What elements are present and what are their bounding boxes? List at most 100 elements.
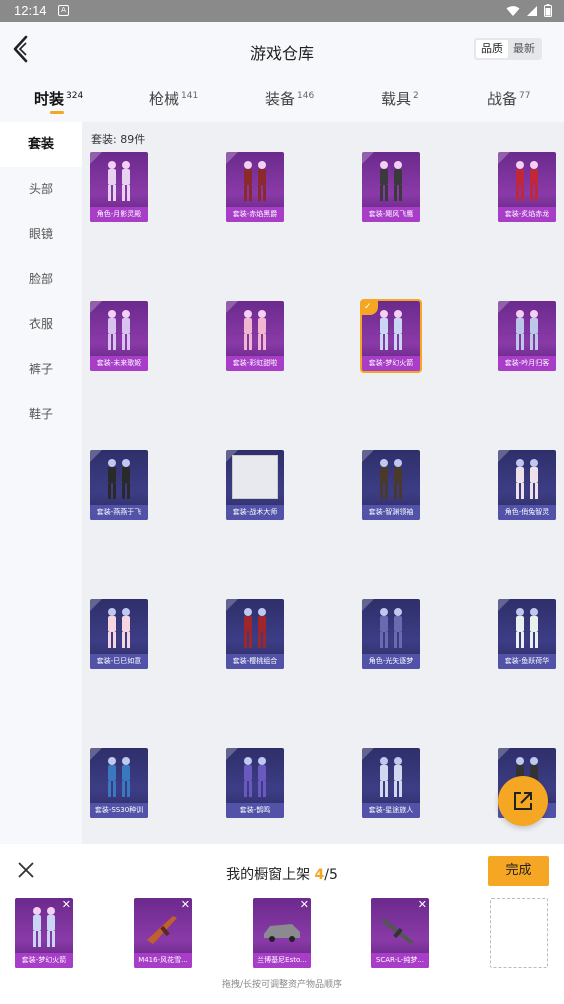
sidebar-item-head[interactable]: 头部 xyxy=(0,167,82,212)
tab-count: 146 xyxy=(297,91,315,101)
corner-mark xyxy=(90,599,102,611)
done-button[interactable]: 完成 xyxy=(488,856,549,886)
item-label: 套装-鱼跃荷华 xyxy=(498,654,556,669)
corner-mark xyxy=(362,599,374,611)
tab-supplies[interactable]: 战备 77 xyxy=(487,88,530,109)
showcase-title: 我的橱窗上架 4/5 xyxy=(0,864,564,884)
item-card[interactable]: 套装-未来歌姬 xyxy=(90,301,148,371)
sort-toggle[interactable]: 品质 最新 xyxy=(474,38,542,60)
item-count: 套装: 89件 xyxy=(91,133,146,146)
signal-icon xyxy=(527,5,537,16)
item-card[interactable]: 套装-巳巳如意 xyxy=(90,599,148,669)
image-placeholder-icon xyxy=(232,455,278,499)
status-bar: 12:14 A xyxy=(0,0,564,22)
remove-icon[interactable]: ✕ xyxy=(300,899,309,910)
item-card[interactable]: 套装-飓风飞鹰 xyxy=(362,152,420,222)
item-card[interactable]: 套装-彩虹甜啦 xyxy=(226,301,284,371)
remove-icon[interactable]: ✕ xyxy=(181,899,190,910)
outfit-figure-icon xyxy=(244,757,266,797)
sidebar-item-pants[interactable]: 裤子 xyxy=(0,347,82,392)
item-card[interactable]: 套装-鱼跃荷华 xyxy=(498,599,556,669)
item-card[interactable]: 套装-吟月归客 xyxy=(498,301,556,371)
tab-active-indicator xyxy=(50,111,64,114)
item-label: 套装-燕燕于飞 xyxy=(90,505,148,520)
corner-mark xyxy=(498,152,510,164)
remove-icon[interactable]: ✕ xyxy=(62,899,71,910)
item-label: 套装-鹊鸣 xyxy=(226,803,284,818)
item-label: 角色-俏兔智灵 xyxy=(498,505,556,520)
item-card[interactable]: 角色-光矢逐梦 xyxy=(362,599,420,669)
item-label: 套装-智渊领袖 xyxy=(362,505,420,520)
car-icon xyxy=(264,924,300,942)
item-label: 套装-赤焰黑爵 xyxy=(226,207,284,222)
tab-label: 战备 xyxy=(487,90,518,108)
sort-quality[interactable]: 品质 xyxy=(476,40,508,58)
sort-latest[interactable]: 最新 xyxy=(508,40,540,58)
item-card[interactable]: 套装-智渊领袖 xyxy=(362,450,420,520)
corner-mark xyxy=(226,450,238,462)
outfit-figure-icon xyxy=(516,459,538,499)
sidebar-item-clothes[interactable]: 衣服 xyxy=(0,302,82,347)
showcase-title-text: 我的橱窗上架 xyxy=(226,867,311,883)
item-card[interactable]: 套装-燕燕于飞 xyxy=(90,450,148,520)
sidebar-item-outfit[interactable]: 套装 xyxy=(0,122,82,167)
outfit-figure-icon xyxy=(380,608,402,648)
tab-vehicles[interactable]: 载具 2 xyxy=(381,88,419,109)
showcase-item-label: 兰博基尼Esto... xyxy=(253,953,311,968)
wifi-icon xyxy=(506,5,520,16)
status-icons xyxy=(506,4,552,17)
sidebar-item-glasses[interactable]: 眼镜 xyxy=(0,212,82,257)
item-card[interactable]: 套装-炙焰赤龙 xyxy=(498,152,556,222)
item-label: 套装-炙焰赤龙 xyxy=(498,207,556,222)
outfit-figure-icon xyxy=(108,608,130,648)
item-card[interactable]: 角色-月影灵殿 xyxy=(90,152,148,222)
outfit-figure-icon xyxy=(380,161,402,201)
outfit-figure-icon xyxy=(108,459,130,499)
item-label: 套装-飓风飞鹰 xyxy=(362,207,420,222)
item-card[interactable]: 套装-星途旅人 xyxy=(362,748,420,818)
item-label: 套装-未来歌姬 xyxy=(90,356,148,371)
corner-mark xyxy=(226,152,238,164)
item-card[interactable]: 套装-赤焰黑爵 xyxy=(226,152,284,222)
item-card[interactable]: 角色-俏兔智灵 xyxy=(498,450,556,520)
outfit-figure-icon xyxy=(33,907,55,947)
item-card[interactable]: 套装-樱桃组合 xyxy=(226,599,284,669)
corner-mark xyxy=(90,301,102,313)
showcase-item-label: SCAR-L-纯梦... xyxy=(371,953,429,968)
corner-mark xyxy=(498,599,510,611)
item-label: 套装-彩虹甜啦 xyxy=(226,356,284,371)
outfit-figure-icon xyxy=(244,310,266,350)
rifle-icon xyxy=(382,918,414,944)
notification-icon: A xyxy=(58,5,69,16)
outfit-figure-icon xyxy=(380,757,402,797)
showcase-item[interactable]: ✕ 套装-梦幻火箭 xyxy=(15,898,73,968)
corner-mark xyxy=(362,748,374,760)
item-card[interactable]: ✓ 套装-梦幻火箭 xyxy=(360,299,422,373)
outfit-figure-icon xyxy=(108,310,130,350)
outfit-figure-icon xyxy=(380,310,402,350)
item-label: 套装-吟月归客 xyxy=(498,356,556,371)
showcase-item[interactable]: ✕ M416-风花雪... xyxy=(134,898,192,968)
item-card[interactable]: 套装-SS30种训 xyxy=(90,748,148,818)
corner-mark xyxy=(362,450,374,462)
outfit-figure-icon xyxy=(516,310,538,350)
showcase-total: /5 xyxy=(324,867,338,883)
corner-mark xyxy=(226,599,238,611)
showcase-item[interactable]: ✕ 兰博基尼Esto... xyxy=(253,898,311,968)
sidebar-item-shoes[interactable]: 鞋子 xyxy=(0,392,82,437)
tab-fashion[interactable]: 时装 324 xyxy=(34,88,83,109)
showcase-item[interactable]: ✕ SCAR-L-纯梦... xyxy=(371,898,429,968)
outfit-figure-icon xyxy=(108,757,130,797)
item-card[interactable]: 套装-战术大师 xyxy=(226,450,284,520)
item-label: 角色-光矢逐梦 xyxy=(362,654,420,669)
share-button[interactable] xyxy=(498,776,548,826)
remove-icon[interactable]: ✕ xyxy=(418,899,427,910)
tab-guns[interactable]: 枪械 141 xyxy=(149,88,198,109)
showcase-item-label: M416-风花雪... xyxy=(134,953,192,968)
empty-slot[interactable] xyxy=(490,898,548,968)
tab-equipment[interactable]: 装备 146 xyxy=(265,88,314,109)
item-card[interactable]: 套装-鹊鸣 xyxy=(226,748,284,818)
header: 游戏仓库 品质 最新 xyxy=(0,22,564,78)
showcase-item-label: 套装-梦幻火箭 xyxy=(15,953,73,968)
sidebar-item-face[interactable]: 脸部 xyxy=(0,257,82,302)
